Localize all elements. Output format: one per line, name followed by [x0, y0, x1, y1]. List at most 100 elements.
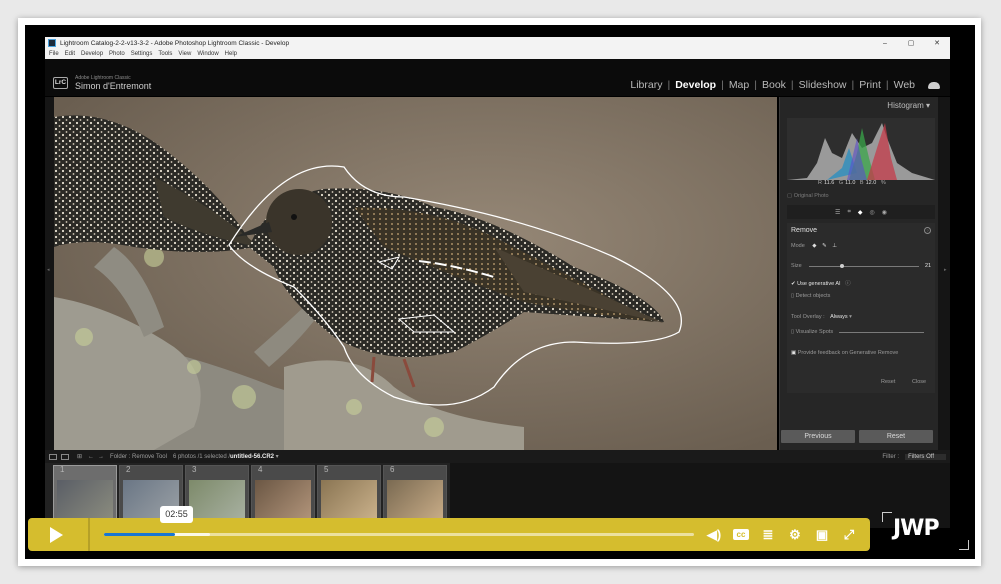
visualize-slider[interactable]: [839, 332, 924, 333]
filter-label: Filter :: [882, 453, 900, 460]
visualize-spots-checkbox[interactable]: ▯ Visualize Spots: [791, 329, 833, 335]
module-library[interactable]: Library: [625, 79, 667, 91]
detect-objects-checkbox[interactable]: ▯ Detect objects: [791, 293, 830, 299]
feedback-link[interactable]: ▣ Provide feedback on Generative Remove: [791, 350, 898, 356]
secondary-display-icon[interactable]: [61, 453, 69, 460]
use-ai-checkbox[interactable]: ✔ Use generative AI ⓘ: [791, 279, 851, 287]
bird-photo: [54, 97, 777, 450]
settings-icon[interactable]: ⚙: [787, 527, 803, 543]
tool-strip: ☰ ⌗ ◆ ◎ ◉: [787, 205, 935, 219]
redeye-icon[interactable]: ◎: [869, 209, 874, 216]
clone-mode-icon[interactable]: ⊥: [832, 243, 837, 249]
crop-icon[interactable]: ⌗: [847, 209, 850, 216]
progress-bar: [104, 533, 175, 536]
app-icon: [48, 39, 56, 47]
menu-develop[interactable]: Develop: [81, 51, 103, 57]
player-controlbar: ◀) cc ≣ ⚙ ▣ ⤢: [28, 518, 870, 551]
remove-close-button[interactable]: Close: [912, 379, 926, 385]
thumbnail-1[interactable]: 1: [53, 465, 117, 525]
remove-tool-panel: Remove ? Mode ◆ ✎ ⊥ Size 21 ✔ Use genera…: [787, 223, 935, 393]
filter-select[interactable]: Filters Off: [905, 453, 946, 460]
maximize-button[interactable]: ▢: [898, 39, 924, 47]
menu-tools[interactable]: Tools: [158, 51, 172, 57]
thumbnail-4[interactable]: 4: [251, 465, 315, 525]
menu-photo[interactable]: Photo: [109, 51, 125, 57]
right-panel-toggle[interactable]: ▸: [938, 97, 950, 450]
cloud-icon[interactable]: [928, 81, 940, 89]
menu-file[interactable]: File: [49, 51, 59, 57]
thumbnail-number: 4: [258, 465, 263, 474]
thumbnail-number: 3: [192, 465, 197, 474]
size-label: Size: [791, 263, 802, 269]
thumbnail-3[interactable]: 3: [185, 465, 249, 525]
thumbnail-image: [189, 480, 245, 518]
remove-title: Remove: [791, 227, 818, 234]
module-picker: Library | Develop | Map | Book | Slideshow | …: [625, 79, 940, 91]
histogram-chart[interactable]: [787, 118, 935, 180]
menu-bar: File Edit Develop Photo Settings Tools V…: [45, 49, 950, 59]
module-web[interactable]: Web: [889, 79, 920, 91]
module-develop[interactable]: Develop: [670, 79, 721, 91]
size-slider-knob[interactable]: [839, 264, 844, 268]
folder-source[interactable]: Folder : Remove Tool: [110, 454, 167, 460]
play-button[interactable]: [28, 518, 84, 551]
remove-mode-icon[interactable]: ◆: [812, 243, 816, 249]
playlist-icon[interactable]: ≣: [760, 527, 776, 543]
identity-plate-bar: LrC Adobe Lightroom Classic Simon d'Entr…: [45, 59, 950, 96]
histogram-title[interactable]: Histogram ▾: [887, 101, 930, 110]
menu-edit[interactable]: Edit: [65, 51, 75, 57]
close-window-button[interactable]: ✕: [924, 39, 950, 47]
thumbnail-image: [387, 480, 443, 518]
minimize-button[interactable]: –: [872, 40, 898, 47]
original-photo-toggle[interactable]: ▢ Original Photo: [787, 193, 829, 199]
edit-sliders-icon[interactable]: ☰: [835, 209, 840, 216]
mode-row: Mode ◆ ✎ ⊥: [791, 243, 837, 249]
histogram-values: R 11.6 G 11.0 B 12.0 %: [818, 180, 886, 186]
thumbnail-number: 2: [126, 465, 131, 474]
filmstrip-toolbar: ⊞ ← → Folder : Remove Tool 6 photos /1 s…: [45, 450, 950, 463]
module-map[interactable]: Map: [724, 79, 754, 91]
remove-reset-button[interactable]: Reset: [881, 379, 895, 385]
window-title-bar: Lightroom Catalog-2-2-v13-3-2 - Adobe Ph…: [45, 37, 950, 49]
grid-icon[interactable]: ⊞: [77, 453, 82, 460]
back-arrow-icon[interactable]: ←: [88, 454, 94, 460]
module-print[interactable]: Print: [854, 79, 886, 91]
module-slideshow[interactable]: Slideshow: [794, 79, 852, 91]
thumbnail-number: 6: [390, 465, 395, 474]
volume-icon[interactable]: ◀): [706, 527, 722, 543]
thumbnail-image: [321, 480, 377, 518]
thumbnail-number: 5: [324, 465, 329, 474]
menu-window[interactable]: Window: [197, 51, 218, 57]
help-icon[interactable]: ?: [924, 227, 931, 234]
reset-button[interactable]: Reset: [859, 430, 933, 443]
fullscreen-icon[interactable]: ⤢: [841, 527, 857, 543]
remove-tool-icon[interactable]: ◆: [858, 209, 863, 216]
photo-count: 6 photos /1 selected /untitled-56.CR2 ▾: [172, 454, 279, 460]
loupe-view-icon[interactable]: [49, 453, 57, 460]
menu-help[interactable]: Help: [225, 51, 237, 57]
seek-bar[interactable]: [104, 533, 694, 536]
thumbnail-image: [255, 480, 311, 518]
menu-settings[interactable]: Settings: [131, 51, 153, 57]
thumbnail-6[interactable]: 6: [383, 465, 447, 525]
develop-right-panel: Histogram ▾ R 11.6 G 11.0 B 12.0 % ▢ Origin…: [779, 97, 938, 450]
heal-mode-icon[interactable]: ✎: [822, 243, 827, 249]
thumbnail-image: [57, 480, 113, 518]
menu-view[interactable]: View: [178, 51, 191, 57]
module-book[interactable]: Book: [757, 79, 791, 91]
forward-arrow-icon[interactable]: →: [98, 454, 104, 460]
masking-icon[interactable]: ◉: [882, 209, 887, 216]
thumbnail-5[interactable]: 5: [317, 465, 381, 525]
previous-button[interactable]: Previous: [781, 430, 855, 443]
lrc-logo: LrC: [53, 77, 68, 89]
window-title: Lightroom Catalog-2-2-v13-3-2 - Adobe Ph…: [60, 39, 290, 47]
jwp-logo[interactable]: JWP: [893, 516, 940, 541]
time-tooltip: 02:55: [160, 506, 193, 523]
left-panel-toggle[interactable]: ◂: [45, 97, 54, 450]
size-value: 21: [925, 263, 932, 269]
tool-overlay-row[interactable]: Tool Overlay : Always ▾: [791, 314, 852, 320]
photo-canvas[interactable]: [54, 97, 777, 450]
pip-icon[interactable]: ▣: [814, 527, 830, 543]
captions-icon[interactable]: cc: [733, 529, 749, 540]
size-slider[interactable]: [809, 266, 919, 267]
